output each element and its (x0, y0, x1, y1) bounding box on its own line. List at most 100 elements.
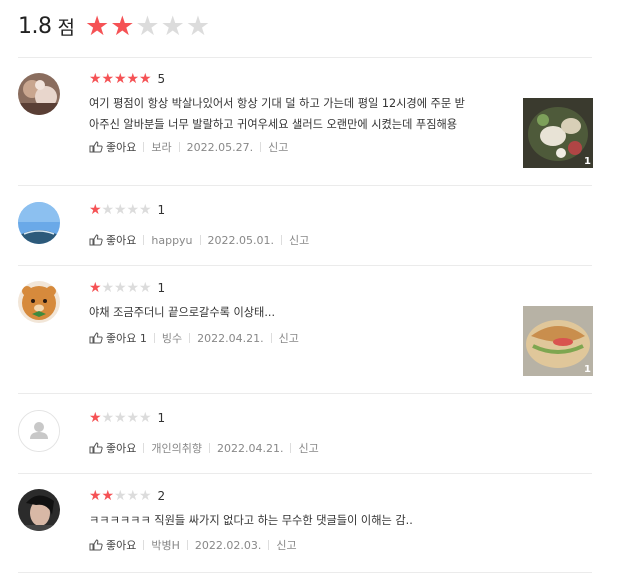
divider (18, 572, 592, 573)
thumbs-up-icon (89, 234, 103, 246)
star-icon: ★ (114, 202, 127, 218)
review-rating: ★ ★ ★ ★ ★ 2 (89, 489, 165, 503)
review-author[interactable]: 개인의취향 (151, 440, 202, 456)
food-photo-avatar[interactable] (18, 73, 60, 115)
separator (143, 443, 145, 453)
star-icon: ★ (160, 10, 185, 42)
review-date: 2022.05.27. (186, 140, 254, 154)
separator (290, 443, 292, 453)
separator (270, 333, 272, 343)
average-score: 1.8 (18, 13, 52, 39)
report-link[interactable]: 신고 (298, 440, 318, 456)
separator (260, 142, 262, 152)
like-button[interactable]: 좋아요 (89, 139, 136, 155)
review-text-line: 야채 조금주더니 끝으로갈수록 이상태... (89, 306, 276, 319)
like-label: 좋아요 1 (106, 332, 147, 345)
thumbs-up-icon (89, 332, 103, 344)
star-icon: ★ (110, 10, 135, 42)
star-icon: ★ (139, 488, 152, 504)
review-date: 2022.04.21. (197, 331, 264, 345)
star-icon: ★ (89, 280, 102, 296)
report-link[interactable]: 신고 (289, 232, 309, 248)
star-icon: ★ (126, 202, 140, 218)
star-icon: ★ (101, 280, 115, 296)
like-button[interactable]: 좋아요 (89, 440, 136, 456)
report-link[interactable]: 신고 (279, 330, 299, 346)
separator (281, 235, 283, 245)
like-label: 좋아요 (106, 539, 137, 552)
star-icon: ★ (89, 202, 102, 218)
star-icon: ★ (89, 410, 102, 426)
star-icon: ★ (139, 410, 152, 426)
star-icon: ★ (89, 488, 102, 504)
sky-photo-avatar[interactable] (18, 202, 60, 244)
star-icon: ★ (101, 71, 115, 87)
star-icon: ★ (126, 71, 140, 87)
rating-number: 5 (157, 72, 166, 86)
star-icon: ★ (135, 10, 160, 42)
separator (268, 540, 270, 550)
review-text-line: 여기 평점이 항상 박살나있어서 항상 기대 덜 하고 가는데 평일 12시경에… (89, 97, 465, 110)
review-photo[interactable]: 1 (523, 306, 593, 376)
star-icon: ★ (101, 410, 115, 426)
review-date: 2022.04.21. (216, 441, 284, 455)
separator (153, 333, 155, 343)
star-icon: ★ (114, 71, 127, 87)
like-button[interactable]: 좋아요 (89, 537, 136, 553)
like-label: 좋아요 (106, 141, 137, 154)
review-photo[interactable]: 1 (523, 98, 593, 168)
review-item: ★ ★ ★ ★ ★ 1 야채 조금주더니 끝으로갈수록 이상태... 좋아요 1… (0, 266, 637, 393)
review-text-line: 아주신 알바분들 너무 발랄하고 귀여우세요 샐러드 오랜만에 시켰는데 푸짐해… (89, 118, 458, 131)
like-label: 좋아요 (106, 234, 137, 247)
review-text[interactable]: 여기 평점이 항상 박살나있어서 항상 기대 덜 하고 가는데 평일 12시경에… (89, 93, 515, 135)
like-button[interactable]: 좋아요 (89, 232, 136, 248)
star-icon: ★ (101, 488, 115, 504)
review-item: ★ ★ ★ ★ ★ 2 ㅋㅋㅋㅋㅋㅋ 직원들 싸가지 없다고 하는 무수한 댓글… (0, 474, 637, 574)
review-author[interactable]: 보라 (151, 139, 171, 155)
review-meta: 좋아요 박병H 2022.02.03. 신고 (89, 537, 297, 553)
review-meta: 좋아요 보라 2022.05.27. 신고 (89, 139, 288, 155)
review-author[interactable]: 빙수 (162, 330, 182, 346)
star-icon: ★ (126, 488, 140, 504)
thumbs-up-icon (89, 141, 103, 153)
like-button[interactable]: 좋아요 1 (89, 330, 147, 346)
review-text[interactable]: 야채 조금주더니 끝으로갈수록 이상태... (89, 302, 515, 323)
character-avatar[interactable] (18, 281, 60, 323)
photo-count: 1 (584, 156, 591, 167)
review-rating: ★ ★ ★ ★ ★ 1 (89, 281, 165, 295)
like-label: 좋아요 (106, 442, 137, 455)
separator (208, 443, 210, 453)
separator (186, 540, 188, 550)
star-icon: ★ (89, 71, 102, 87)
review-item: ★ ★ ★ ★ ★ 1 좋아요 개인의취향 2022.04.21. 신고 (0, 394, 637, 472)
separator (178, 142, 180, 152)
thumbs-up-icon (89, 442, 103, 454)
report-link[interactable]: 신고 (276, 537, 296, 553)
review-date: 2022.02.03. (194, 538, 262, 552)
star-icon: ★ (139, 280, 152, 296)
review-item: ★ ★ ★ ★ ★ 1 좋아요 happyu 2022.05.01. 신고 (0, 186, 637, 264)
report-link[interactable]: 신고 (268, 139, 288, 155)
separator (143, 540, 145, 550)
review-author[interactable]: happyu (151, 234, 192, 247)
review-meta: 좋아요 happyu 2022.05.01. 신고 (89, 232, 309, 248)
star-icon: ★ (114, 488, 127, 504)
thumbs-up-icon (89, 539, 103, 551)
star-icon: ★ (114, 410, 127, 426)
person-photo-avatar[interactable] (18, 489, 60, 531)
review-date: 2022.05.01. (207, 233, 275, 247)
rating-number: 1 (157, 411, 166, 425)
star-icon: ★ (101, 202, 115, 218)
photo-count: 1 (584, 364, 591, 375)
rating-summary: 1.8 점 ★ ★ ★ ★ ★ (18, 8, 211, 44)
review-text[interactable]: ㅋㅋㅋㅋㅋㅋ 직원들 싸가지 없다고 하는 무수한 댓글들이 이해는 감.. (89, 510, 515, 531)
star-icon: ★ (139, 71, 152, 87)
default-user-avatar[interactable] (18, 410, 60, 452)
rating-number: 1 (157, 203, 166, 217)
separator (199, 235, 201, 245)
summary-stars: ★ ★ ★ ★ ★ (85, 13, 211, 40)
separator (143, 235, 145, 245)
star-icon: ★ (185, 10, 211, 42)
review-meta: 좋아요 개인의취향 2022.04.21. 신고 (89, 440, 319, 456)
review-author[interactable]: 박병H (151, 537, 180, 553)
